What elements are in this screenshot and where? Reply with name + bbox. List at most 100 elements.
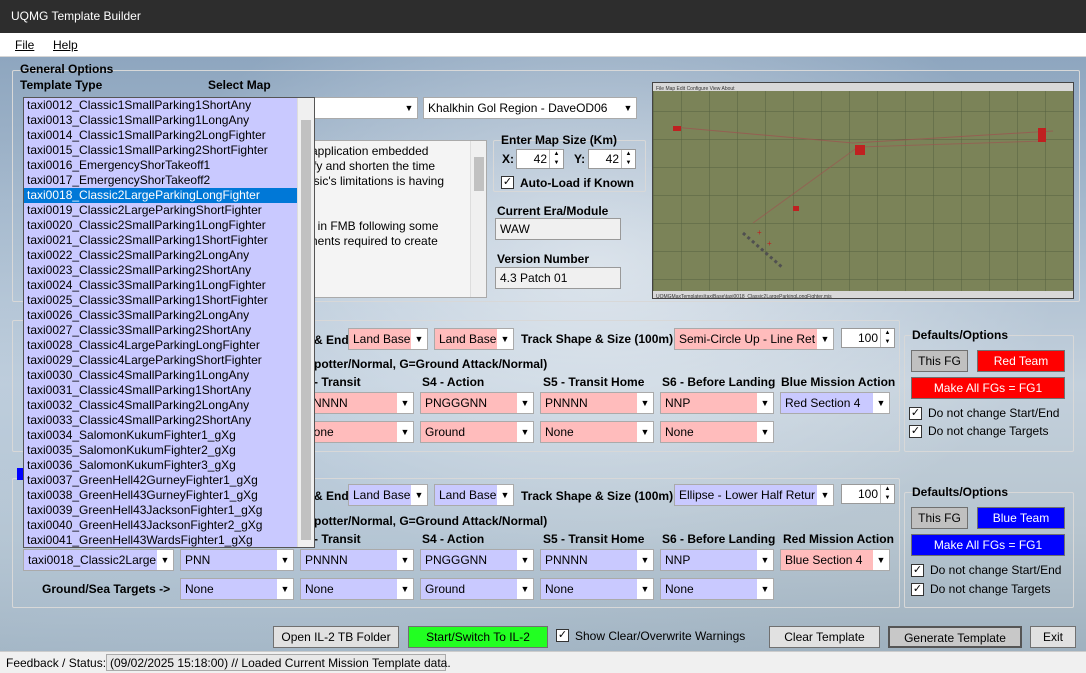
dropdown-option[interactable]: taxi0037_GreenHell42GurneyFighter1_gXg: [24, 473, 297, 488]
red-s6-combo[interactable]: NNP ▼: [660, 392, 774, 414]
dropdown-option[interactable]: taxi0019_Classic2LargeParkingShortFighte…: [24, 203, 297, 218]
blue-target-s5-combo[interactable]: None ▼: [540, 578, 654, 600]
red-start-combo[interactable]: Land Base ▼: [348, 328, 428, 350]
start-switch-button[interactable]: Start/Switch To IL-2: [408, 626, 548, 648]
map-select-combo[interactable]: Khalkhin Gol Region - DaveOD06 ▼: [423, 97, 637, 119]
template-type-list[interactable]: taxi0012_Classic1SmallParking1ShortAny ta…: [24, 98, 297, 547]
red-target-s5-combo[interactable]: None ▼: [540, 421, 654, 443]
menu-help[interactable]: Help: [53, 38, 78, 52]
dropdown-option[interactable]: taxi0026_Classic3SmallParking2LongAny: [24, 308, 297, 323]
dropdown-option[interactable]: taxi0034_SalomonKukumFighter1_gXg: [24, 428, 297, 443]
dropdown-option[interactable]: taxi0031_Classic4SmallParking1ShortAny: [24, 383, 297, 398]
red-legend: potter/Normal, G=Ground Attack/Normal): [314, 357, 548, 371]
autoload-checkbox[interactable]: ✓: [501, 176, 514, 189]
red-s6-value: NNP: [665, 396, 691, 410]
red-s5-combo[interactable]: PNNNN ▼: [540, 392, 654, 414]
spinner-arrows-icon[interactable]: ▲ ▼: [880, 329, 894, 347]
show-warnings-checkbox[interactable]: ✓: [556, 629, 569, 642]
blue-col-home: S5 - Transit Home: [543, 532, 645, 546]
dropdown-option[interactable]: taxi0033_Classic4SmallParking2ShortAny: [24, 413, 297, 428]
dropdown-option[interactable]: taxi0032_Classic4SmallParking2LongAny: [24, 398, 297, 413]
blue-end-combo[interactable]: Land Base ▼: [434, 484, 514, 506]
blue-team-button[interactable]: Blue Team: [977, 507, 1065, 529]
exit-button[interactable]: Exit: [1030, 626, 1076, 648]
map-type-combo[interactable]: ▼: [308, 97, 418, 119]
x-size-spinner[interactable]: 42 ▲ ▼: [516, 149, 564, 169]
dropdown-option[interactable]: taxi0029_Classic4LargeParkingShortFighte…: [24, 353, 297, 368]
blue-start-combo[interactable]: Land Base ▼: [348, 484, 428, 506]
spinner-arrows-icon[interactable]: ▲ ▼: [549, 150, 563, 168]
description-scrollbar[interactable]: [470, 141, 486, 297]
dropdown-option[interactable]: taxi0025_Classic3SmallParking1ShortFight…: [24, 293, 297, 308]
generate-template-button[interactable]: Generate Template: [888, 626, 1022, 648]
dropdown-option[interactable]: taxi0023_Classic2SmallParking2ShortAny: [24, 263, 297, 278]
spinner-arrows-icon[interactable]: ▲ ▼: [621, 150, 635, 168]
blue-s6-combo[interactable]: NNP ▼: [660, 549, 774, 571]
red-team-button[interactable]: Red Team: [977, 350, 1065, 372]
blue-no-change-start-checkbox[interactable]: ✓: [911, 564, 924, 577]
blue-track-label: Track Shape & Size (100m):: [521, 489, 678, 503]
red-col-transit: - Transit: [314, 375, 361, 389]
dropdown-option[interactable]: taxi0022_Classic2SmallParking2LongAny: [24, 248, 297, 263]
y-size-spinner[interactable]: 42 ▲ ▼: [588, 149, 636, 169]
dropdown-option[interactable]: taxi0036_SalomonKukumFighter3_gXg: [24, 458, 297, 473]
dropdown-option[interactable]: taxi0020_Classic2SmallParking1LongFighte…: [24, 218, 297, 233]
dropdown-option[interactable]: taxi0024_Classic3SmallParking1LongFighte…: [24, 278, 297, 293]
red-mission-combo[interactable]: Red Section 4 ▼: [780, 392, 890, 414]
dropdown-option[interactable]: taxi0040_GreenHell43JacksonFighter2_gXg: [24, 518, 297, 533]
blue-track-combo[interactable]: Ellipse - Lower Half Retur ▼: [674, 484, 834, 506]
template-type-dropdown[interactable]: taxi0012_Classic1SmallParking1ShortAny ta…: [23, 97, 315, 548]
dropdown-option[interactable]: taxi0018_Classic2LargeParkingLongFighter: [24, 188, 297, 203]
red-make-all-button[interactable]: Make All FGs = FG1: [911, 377, 1065, 399]
red-target-s3-combo[interactable]: None ▼: [300, 421, 414, 443]
open-folder-button[interactable]: Open IL-2 TB Folder: [273, 626, 399, 648]
dropdown-option[interactable]: taxi0021_Classic2SmallParking1ShortFight…: [24, 233, 297, 248]
blue-mission-combo[interactable]: Blue Section 4 ▼: [780, 549, 890, 571]
blue-no-change-targets-checkbox[interactable]: ✓: [911, 583, 924, 596]
dropdown-option[interactable]: taxi0013_Classic1SmallParking1LongAny: [24, 113, 297, 128]
blue-target-s2-combo[interactable]: None ▼: [180, 578, 294, 600]
blue-s5-combo[interactable]: PNNNN ▼: [540, 549, 654, 571]
red-this-fg-button[interactable]: This FG: [911, 350, 968, 372]
map-select-value: Khalkhin Gol Region - DaveOD06: [428, 101, 608, 115]
red-end-combo[interactable]: Land Base ▼: [434, 328, 514, 350]
spinner-arrows-icon[interactable]: ▲ ▼: [880, 485, 894, 503]
red-s3-combo[interactable]: PNNNN ▼: [300, 392, 414, 414]
dropdown-option[interactable]: taxi0015_Classic1SmallParking2ShortFight…: [24, 143, 297, 158]
blue-s4-combo[interactable]: PNGGGNN ▼: [420, 549, 534, 571]
red-no-change-targets-checkbox[interactable]: ✓: [909, 425, 922, 438]
blue-s2-combo[interactable]: PNN ▼: [180, 549, 294, 571]
dropdown-option[interactable]: taxi0028_Classic4LargeParkingLongFighter: [24, 338, 297, 353]
dropdown-option[interactable]: taxi0039_GreenHell43JacksonFighter1_gXg: [24, 503, 297, 518]
dropdown-option[interactable]: taxi0014_Classic1SmallParking2LongFighte…: [24, 128, 297, 143]
dropdown-option[interactable]: taxi0012_Classic1SmallParking1ShortAny: [24, 98, 297, 113]
blue-make-all-button[interactable]: Make All FGs = FG1: [911, 534, 1065, 556]
dropdown-option[interactable]: taxi0016_EmergencyShorTakeoff1: [24, 158, 297, 173]
red-s4-combo[interactable]: PNGGGNN ▼: [420, 392, 534, 414]
blue-target-s6-combo[interactable]: None ▼: [660, 578, 774, 600]
red-target-s6-combo[interactable]: None ▼: [660, 421, 774, 443]
dropdown-option[interactable]: taxi0035_SalomonKukumFighter2_gXg: [24, 443, 297, 458]
red-target-s4-combo[interactable]: Ground ▼: [420, 421, 534, 443]
red-track-combo[interactable]: Semi-Circle Up - Line Ret ▼: [674, 328, 834, 350]
blue-this-fg-button[interactable]: This FG: [911, 507, 968, 529]
menu-file[interactable]: File: [15, 38, 34, 52]
dropdown-option[interactable]: taxi0027_Classic3SmallParking2ShortAny: [24, 323, 297, 338]
blue-target-s4-combo[interactable]: Ground ▼: [420, 578, 534, 600]
blue-template-combo[interactable]: taxi0018_Classic2Large ▼: [23, 549, 174, 571]
blue-s3-combo[interactable]: PNNNN ▼: [300, 549, 414, 571]
clear-template-button[interactable]: Clear Template: [769, 626, 880, 648]
red-track-size-spinner[interactable]: 100 ▲ ▼: [841, 328, 895, 348]
blue-target-s3-combo[interactable]: None ▼: [300, 578, 414, 600]
scrollbar-thumb[interactable]: [301, 120, 311, 540]
dropdown-scrollbar[interactable]: [297, 98, 314, 547]
dropdown-option[interactable]: taxi0041_GreenHell43WardsFighter1_gXg: [24, 533, 297, 547]
description-textarea[interactable]: e application embedded plify and shorten …: [300, 140, 487, 298]
blue-track-size-spinner[interactable]: 100 ▲ ▼: [841, 484, 895, 504]
dropdown-option[interactable]: taxi0038_GreenHell43GurneyFighter1_gXg: [24, 488, 297, 503]
red-no-change-start-checkbox[interactable]: ✓: [909, 407, 922, 420]
blue-targets-label: Ground/Sea Targets ->: [42, 582, 171, 596]
dropdown-option[interactable]: taxi0017_EmergencyShorTakeoff2: [24, 173, 297, 188]
chevron-down-icon: ▼: [757, 550, 773, 570]
dropdown-option[interactable]: taxi0030_Classic4SmallParking1LongAny: [24, 368, 297, 383]
